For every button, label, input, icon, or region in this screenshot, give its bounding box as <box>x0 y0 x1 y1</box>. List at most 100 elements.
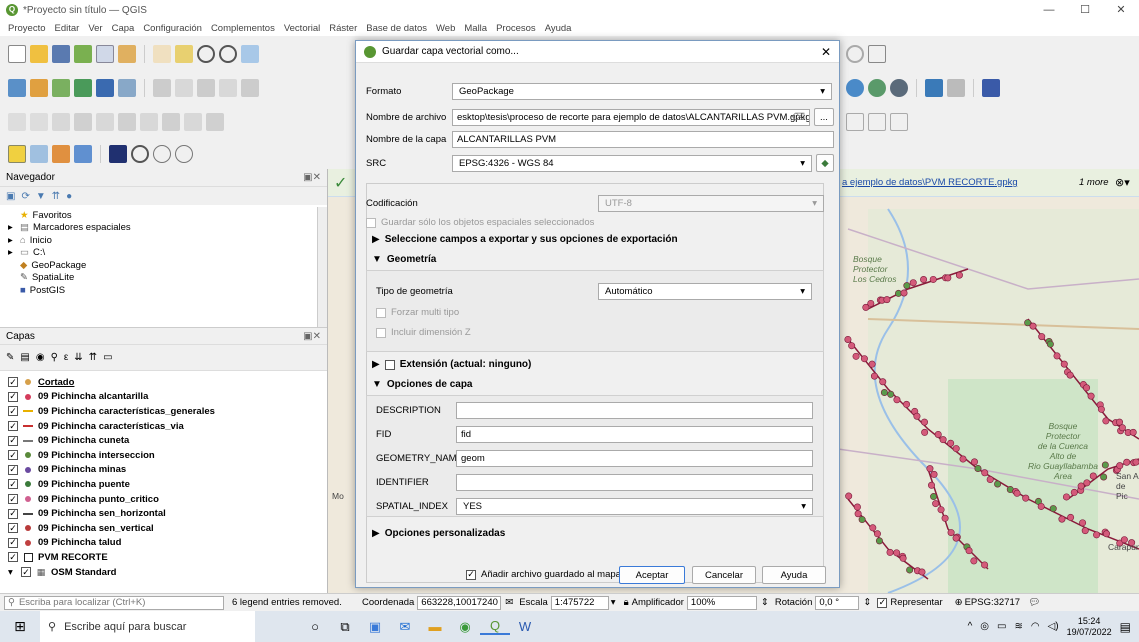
add-part-icon[interactable] <box>162 113 180 131</box>
volume-icon[interactable]: ◁) <box>1048 621 1059 632</box>
layer-visibility-checkbox[interactable]: ✓ <box>8 508 18 519</box>
select-fields-section[interactable]: ▶ Seleccione campos a exportar y sus opci… <box>372 234 678 245</box>
menu-item-0[interactable]: Proyecto <box>8 23 46 34</box>
layer-row[interactable]: ✓ PVM RECORTE <box>0 550 327 565</box>
select-features-icon[interactable] <box>8 145 26 163</box>
option-input[interactable] <box>456 402 813 419</box>
menu-item-5[interactable]: Complementos <box>211 23 275 34</box>
layer-row[interactable]: ✓ 09 Pichincha características_via <box>0 419 327 434</box>
add-raster-icon[interactable] <box>52 79 70 97</box>
tray-app-icon[interactable]: ◎ <box>980 621 989 632</box>
task-view-icon[interactable]: ⧉ <box>330 619 360 635</box>
add-feature-icon[interactable] <box>219 79 237 97</box>
menu-item-9[interactable]: Web <box>436 23 455 34</box>
layer-visibility-checkbox[interactable]: ✓ <box>8 552 18 563</box>
chrome-icon[interactable]: ◉ <box>450 619 480 635</box>
layer-visibility-checkbox[interactable]: ✓ <box>21 567 31 578</box>
menu-item-1[interactable]: Editar <box>55 23 80 34</box>
delete-ring-icon[interactable] <box>206 113 224 131</box>
zoom-native-icon[interactable] <box>846 45 864 63</box>
remove-layer-icon[interactable]: ▭ <box>103 352 112 363</box>
georeference-icon[interactable] <box>846 79 864 97</box>
delete-tool-icon[interactable] <box>868 113 886 131</box>
layer-visibility-checkbox[interactable]: ✓ <box>8 421 18 432</box>
format-select[interactable]: GeoPackage ▾ <box>452 83 832 100</box>
minimize-button[interactable]: — <box>1031 0 1067 20</box>
help-icon[interactable] <box>982 79 1000 97</box>
layer-visibility-checkbox[interactable]: ✓ <box>8 523 18 534</box>
deselect-icon[interactable] <box>74 145 92 163</box>
layer-visibility-checkbox[interactable]: ✓ <box>8 537 18 548</box>
browser-item[interactable]: ◆ GeoPackage <box>0 259 327 272</box>
metasearch-icon[interactable] <box>890 79 908 97</box>
network-icon[interactable]: ≋ <box>1014 621 1022 632</box>
magnifier-spin-icon[interactable]: ⇕ <box>761 597 769 608</box>
save-edits-icon[interactable] <box>197 79 215 97</box>
crs-picker-icon[interactable]: ◆ <box>816 154 834 172</box>
layer-visibility-checkbox[interactable]: ✓ <box>8 391 18 402</box>
cancel-button[interactable]: Cancelar <box>692 566 756 584</box>
clear-filename-icon[interactable]: ⌫ <box>792 112 805 123</box>
option-input[interactable]: fid <box>456 426 813 443</box>
merge-tool-icon[interactable] <box>890 113 908 131</box>
menu-item-6[interactable]: Vectorial <box>284 23 320 34</box>
custom-options-section[interactable]: ▶ Opciones personalizadas <box>372 528 505 539</box>
add-ring-icon[interactable] <box>140 113 158 131</box>
menu-item-10[interactable]: Malla <box>464 23 487 34</box>
offset-curve-icon[interactable] <box>96 113 114 131</box>
menu-item-3[interactable]: Capa <box>112 23 135 34</box>
help-button[interactable]: Ayuda <box>762 566 826 584</box>
python-icon[interactable] <box>925 79 943 97</box>
digitize-curve-icon[interactable] <box>8 113 26 131</box>
mail-icon[interactable]: ✉ <box>390 619 420 635</box>
text-annotation-icon[interactable] <box>868 45 886 63</box>
layer-visibility-checkbox[interactable]: ✓ <box>8 406 18 417</box>
save-as-icon[interactable] <box>74 45 92 63</box>
maximize-button[interactable]: ☐ <box>1067 0 1103 20</box>
crs-select[interactable]: EPSG:4326 - WGS 84 ▾ <box>452 154 812 172</box>
taskbar-search[interactable]: ⚲ Escribe aquí para buscar <box>40 611 255 642</box>
encoding-select[interactable]: UTF-8 ▾ <box>598 195 824 212</box>
menu-item-4[interactable]: Configuración <box>143 23 202 34</box>
layer-visibility-checkbox[interactable]: ✓ <box>8 435 18 446</box>
filename-input[interactable]: esktop\tesis\proceso de recorte para eje… <box>452 108 810 126</box>
browser-item[interactable]: ▸ ⌂ Inicio <box>0 234 327 247</box>
plugin-icon[interactable] <box>947 79 965 97</box>
processing-toolbox-icon[interactable] <box>109 145 127 163</box>
browser-item[interactable]: ■ PostGIS <box>0 284 327 297</box>
include-z-checkbox[interactable]: Incluir dimensión Z <box>376 327 471 338</box>
layers-float-close-icon[interactable]: ▣✕ <box>303 331 321 342</box>
menu-item-2[interactable]: Ver <box>88 23 102 34</box>
browser-item[interactable]: ★ Favoritos <box>0 209 327 222</box>
open-project-icon[interactable] <box>30 45 48 63</box>
notifications-icon[interactable]: ▤ <box>1120 620 1131 634</box>
add-db-icon[interactable] <box>96 79 114 97</box>
layer-visibility-checkbox[interactable]: ✓ <box>8 450 18 461</box>
add-icon[interactable] <box>153 145 171 163</box>
layer-options-section[interactable]: ▼ Opciones de capa <box>372 379 473 390</box>
lock-icon[interactable]: 🔒︎ <box>624 597 629 608</box>
crs-status[interactable]: EPSG:32717 <box>965 597 1020 608</box>
pan-icon[interactable] <box>153 45 171 63</box>
save-project-icon[interactable] <box>52 45 70 63</box>
locator-search[interactable]: ⚲ Escriba para localizar (Ctrl+K) <box>4 595 224 610</box>
zoom-out-icon[interactable] <box>219 45 237 63</box>
force-multi-checkbox[interactable]: Forzar multi tipo <box>376 307 459 318</box>
print-layout-icon[interactable] <box>96 45 114 63</box>
layer-row[interactable]: ✓ 09 Pichincha cuneta <box>0 433 327 448</box>
add-vector-icon[interactable] <box>30 79 48 97</box>
layer-visibility-checkbox[interactable]: ✓ <box>8 464 18 475</box>
browser-item[interactable]: ▸ ▭ C:\ <box>0 247 327 260</box>
styling-icon[interactable]: ✎ <box>6 352 14 363</box>
geometry-section[interactable]: ▼ Geometría <box>372 254 436 265</box>
coord-field[interactable]: 663228,10017240 <box>417 595 502 610</box>
layer-row[interactable]: ✓ 09 Pichincha punto_critico <box>0 492 327 507</box>
properties-icon[interactable]: ● <box>66 191 72 202</box>
menu-item-7[interactable]: Ráster <box>329 23 357 34</box>
pan-to-selection-icon[interactable] <box>175 45 193 63</box>
style-manager-icon[interactable] <box>118 45 136 63</box>
collapse-all-icon[interactable]: ⇈ <box>52 191 60 202</box>
close-window-button[interactable]: ✕ <box>1103 0 1139 20</box>
messages-icon[interactable]: 💬︎ <box>1028 597 1040 608</box>
manage-theme-icon[interactable]: ◉ <box>36 352 45 363</box>
